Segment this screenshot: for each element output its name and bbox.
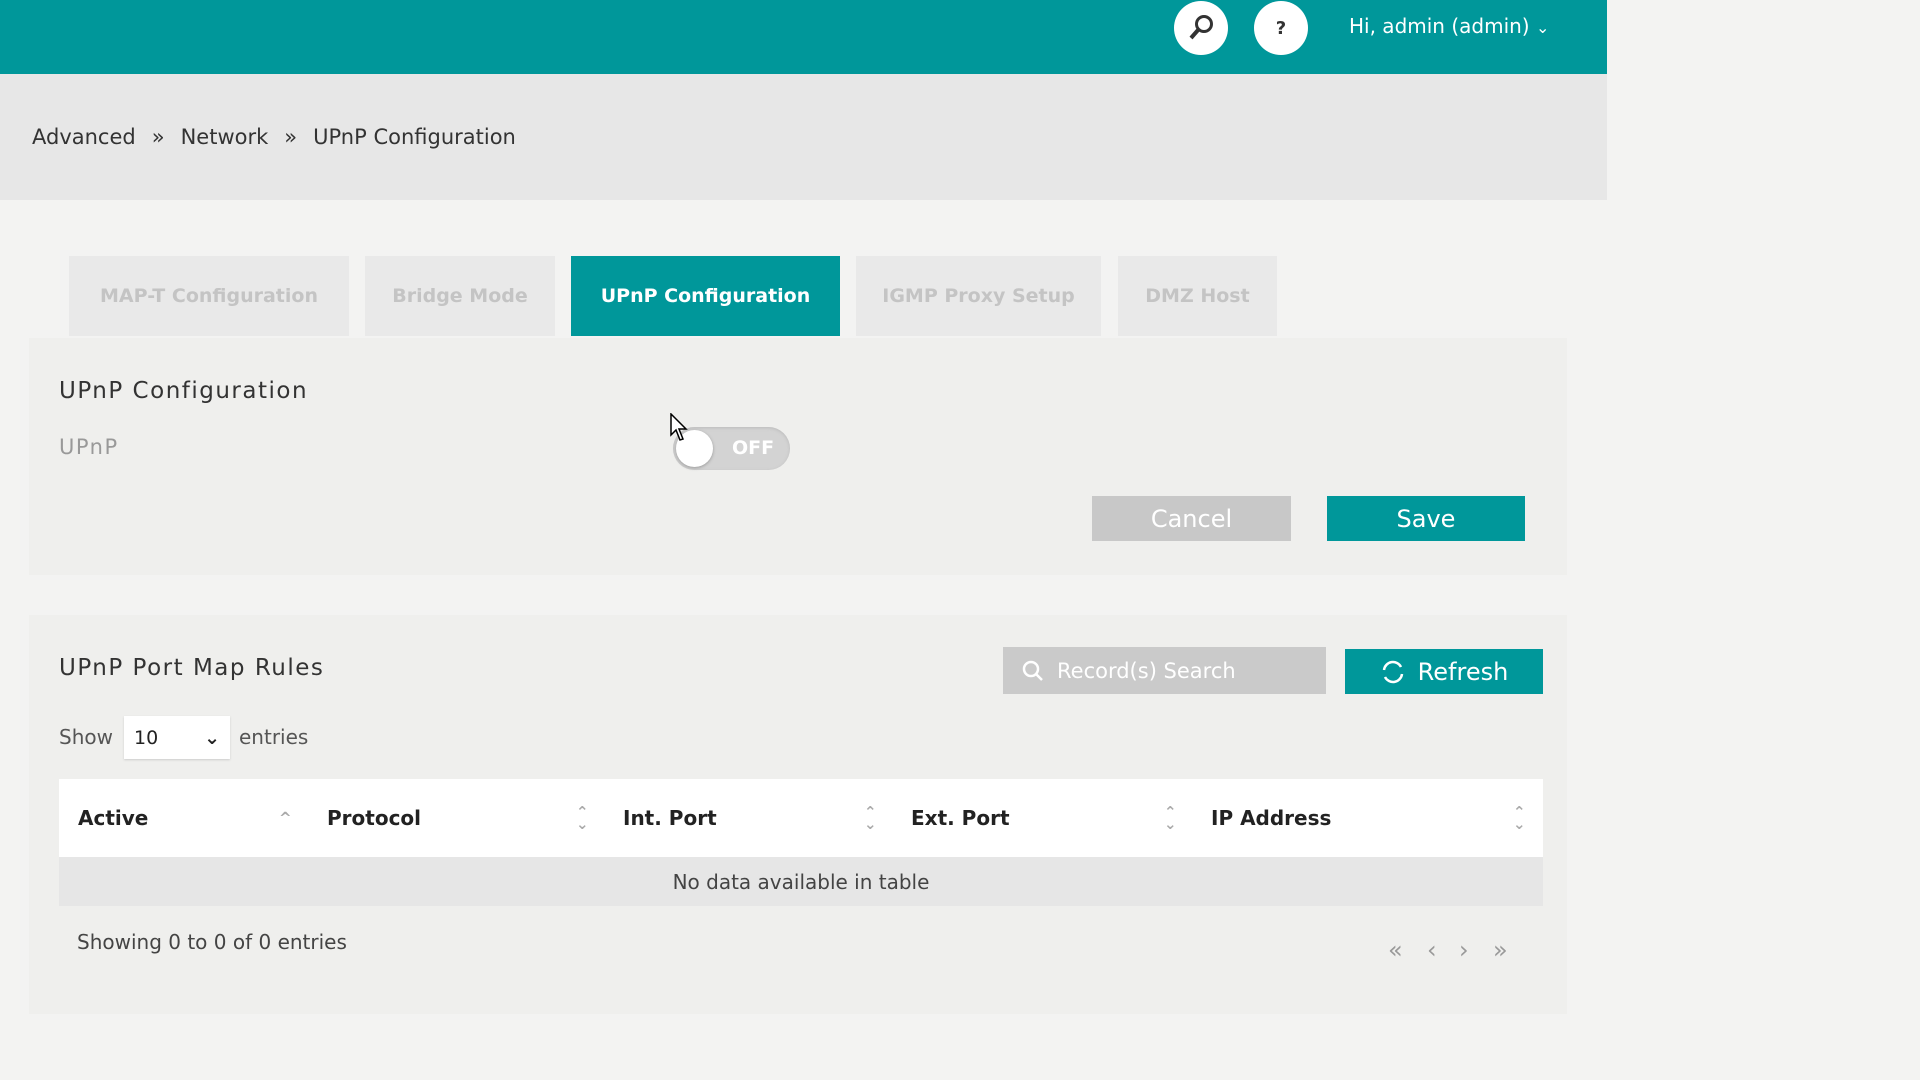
breadcrumb-network[interactable]: Network — [181, 125, 269, 149]
help-button[interactable]: ? — [1254, 1, 1308, 55]
toggle-state: OFF — [732, 437, 775, 459]
column-ip-address[interactable]: IP Address — [1211, 779, 1331, 857]
chevron-down-icon: ⌄ — [204, 726, 220, 749]
column-active[interactable]: Active — [78, 779, 148, 857]
sort-icon[interactable]: ⌃ ⌄ — [1164, 779, 1177, 857]
user-name: Hi, admin (admin) — [1349, 14, 1530, 38]
sort-asc-icon[interactable]: ^ — [279, 779, 292, 857]
breadcrumb-separator: » — [151, 125, 165, 149]
breadcrumb-advanced[interactable]: Advanced — [32, 125, 136, 149]
records-search-input[interactable]: Record(s) Search — [1003, 647, 1326, 694]
refresh-label: Refresh — [1417, 657, 1509, 686]
rules-title: UPnP Port Map Rules — [59, 655, 325, 681]
breadcrumb-current: UPnP Configuration — [313, 125, 516, 149]
refresh-button[interactable]: Refresh — [1345, 649, 1543, 694]
search-placeholder: Record(s) Search — [1057, 658, 1236, 683]
refresh-icon — [1382, 660, 1403, 683]
search-icon — [1022, 660, 1043, 681]
empty-row: No data available in table — [59, 857, 1543, 906]
upnp-label: UPnP — [59, 435, 119, 459]
entries-label: entries — [239, 725, 309, 749]
show-label: Show — [59, 725, 113, 749]
chevron-down-icon: ⌄ — [1535, 18, 1550, 37]
breadcrumb: Advanced » Network » UPnP Configuration — [32, 125, 516, 149]
tab-map-t-configuration[interactable]: MAP-T Configuration — [69, 256, 349, 336]
search-icon — [1189, 15, 1213, 40]
sort-icon[interactable]: ⌃ ⌄ — [1513, 779, 1526, 857]
column-ext-port[interactable]: Ext. Port — [911, 779, 1010, 857]
column-protocol[interactable]: Protocol — [327, 779, 421, 857]
table-info: Showing 0 to 0 of 0 entries — [77, 930, 347, 954]
tab-bridge-mode[interactable]: Bridge Mode — [365, 256, 555, 336]
tab-igmp-proxy-setup[interactable]: IGMP Proxy Setup — [856, 256, 1101, 336]
previous-page-button[interactable]: ‹ — [1427, 936, 1437, 964]
last-page-button[interactable]: » — [1493, 936, 1508, 964]
section-title: UPnP Configuration — [59, 378, 309, 404]
tab-upnp-configuration[interactable]: UPnP Configuration — [571, 256, 840, 336]
next-page-button[interactable]: › — [1459, 936, 1469, 964]
sort-icon[interactable]: ⌃ ⌄ — [864, 779, 877, 857]
sort-icon[interactable]: ⌃ ⌄ — [576, 779, 589, 857]
upnp-toggle[interactable]: OFF — [673, 427, 790, 470]
column-int-port[interactable]: Int. Port — [623, 779, 717, 857]
user-menu[interactable]: Hi, admin (admin) ⌄ — [1349, 14, 1549, 38]
entries-select[interactable]: 10 ⌄ — [124, 716, 230, 759]
entries-value: 10 — [134, 726, 159, 749]
save-button[interactable]: Save — [1327, 496, 1525, 541]
tab-dmz-host[interactable]: DMZ Host — [1118, 256, 1277, 336]
cancel-button[interactable]: Cancel — [1092, 496, 1291, 541]
first-page-button[interactable]: « — [1388, 936, 1403, 964]
search-button[interactable] — [1174, 1, 1228, 55]
help-icon: ? — [1275, 17, 1287, 39]
breadcrumb-separator: » — [284, 125, 298, 149]
mouse-cursor-icon — [670, 413, 688, 441]
